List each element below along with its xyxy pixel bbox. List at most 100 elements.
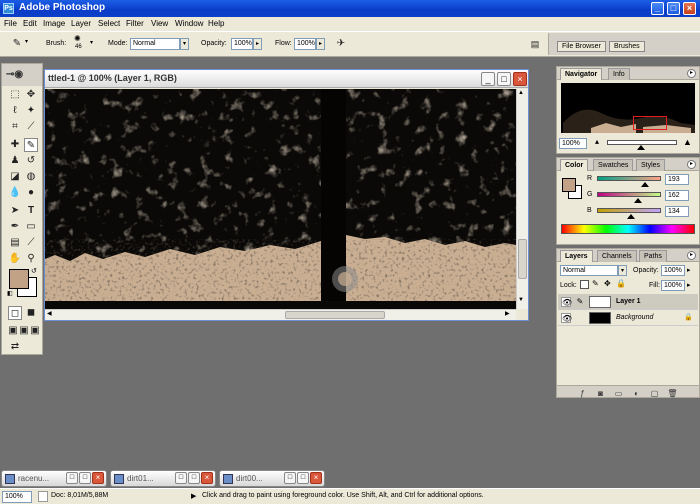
- file-browser-tab[interactable]: File Browser: [557, 41, 606, 52]
- fill-arrow-icon[interactable]: ▸: [687, 281, 691, 289]
- airbrush-icon[interactable]: ✈: [334, 37, 348, 51]
- brush-dropdown-arrow-icon[interactable]: ▾: [90, 39, 93, 46]
- swap-colors-icon[interactable]: ↺: [31, 267, 37, 275]
- navigator-thumbnail[interactable]: [561, 83, 695, 133]
- marquee-tool-icon[interactable]: ⬚: [8, 88, 22, 102]
- pen-tool-icon[interactable]: ✒: [8, 220, 22, 234]
- default-colors-icon[interactable]: ◧: [7, 290, 13, 297]
- status-menu-arrow-icon[interactable]: ▶: [191, 492, 196, 500]
- tab-swatches[interactable]: Swatches: [593, 159, 634, 171]
- navigator-menu-icon[interactable]: ▸: [687, 69, 696, 78]
- tab-styles[interactable]: Styles: [636, 159, 666, 171]
- layers-menu-icon[interactable]: ▸: [687, 251, 696, 260]
- blue-slider[interactable]: [597, 208, 661, 213]
- status-doc-info[interactable]: Doc: 8,01M/5,88M: [51, 492, 108, 499]
- layer-opacity-arrow-icon[interactable]: ▸: [687, 266, 691, 274]
- blend-mode-select[interactable]: Normal: [560, 265, 618, 276]
- lock-transparency-icon[interactable]: [580, 280, 589, 289]
- scroll-down-arrow-icon[interactable]: ▼: [518, 297, 524, 303]
- add-layer-mask-icon[interactable]: ◙: [595, 388, 606, 399]
- lock-image-icon[interactable]: ✎: [592, 279, 599, 288]
- restore-button[interactable]: □: [284, 472, 296, 484]
- clone-stamp-tool-icon[interactable]: ♟: [8, 154, 22, 168]
- restore-button[interactable]: □: [175, 472, 187, 484]
- new-layer-icon[interactable]: ▢: [649, 388, 660, 399]
- tab-color[interactable]: Color: [560, 159, 589, 171]
- brushes-tab[interactable]: Brushes: [609, 41, 645, 52]
- minimized-window-dirt00[interactable]: dirt00... □ □ ×: [219, 470, 325, 487]
- close-button[interactable]: ×: [683, 2, 696, 15]
- new-adjustment-layer-icon[interactable]: ◐: [631, 388, 642, 399]
- opacity-slider-arrow-icon[interactable]: ▸: [253, 38, 262, 50]
- add-layer-style-icon[interactable]: ƒ: [577, 388, 588, 399]
- tab-channels[interactable]: Channels: [597, 250, 637, 262]
- dodge-tool-icon[interactable]: ●: [24, 186, 38, 200]
- menu-edit[interactable]: Edit: [23, 19, 37, 28]
- full-screen-mode-icon[interactable]: ▣: [28, 324, 42, 338]
- menu-filter[interactable]: Filter: [126, 19, 144, 28]
- navigator-zoom-input[interactable]: 100%: [559, 138, 587, 149]
- maximize-button[interactable]: □: [297, 472, 309, 484]
- crop-tool-icon[interactable]: ⌗: [8, 120, 22, 134]
- brush-tool-preset-icon[interactable]: ✎: [10, 37, 24, 51]
- tab-navigator[interactable]: Navigator: [560, 68, 603, 80]
- foreground-color-swatch[interactable]: [9, 269, 29, 289]
- minimize-button[interactable]: _: [651, 2, 664, 15]
- quick-mask-mode-icon[interactable]: ◼: [24, 306, 38, 320]
- layer-visibility-eye-icon[interactable]: 👁: [561, 297, 572, 307]
- background-visibility-eye-icon[interactable]: 👁: [561, 313, 572, 323]
- delete-layer-icon[interactable]: 🗑: [667, 388, 678, 399]
- healing-brush-tool-icon[interactable]: ✚: [8, 138, 22, 152]
- layer-row-background[interactable]: 👁 Background 🔒: [558, 310, 698, 326]
- menu-select[interactable]: Select: [98, 19, 120, 28]
- close-button[interactable]: ×: [201, 472, 213, 484]
- scroll-up-arrow-icon[interactable]: ▲: [518, 90, 524, 96]
- close-button[interactable]: ×: [92, 472, 104, 484]
- mode-select[interactable]: Normal: [130, 38, 180, 50]
- tab-info[interactable]: Info: [608, 68, 630, 80]
- blue-value[interactable]: 134: [665, 206, 689, 217]
- document-canvas[interactable]: [45, 89, 516, 309]
- document-vertical-scrollbar[interactable]: ▲ ▼: [516, 89, 528, 309]
- zoom-tool-icon[interactable]: ⚲: [24, 252, 38, 266]
- layer-row-layer-1[interactable]: 👁 ✎ Layer 1: [558, 294, 698, 310]
- rectangle-tool-icon[interactable]: ▭: [24, 220, 38, 234]
- color-menu-icon[interactable]: ▸: [687, 160, 696, 169]
- paint-bucket-tool-icon[interactable]: ◍: [24, 170, 38, 184]
- navigator-zoom-knob[interactable]: [637, 145, 645, 150]
- maximize-button[interactable]: □: [79, 472, 91, 484]
- opacity-input[interactable]: 100%: [231, 38, 253, 50]
- adobe-eye-logo-icon[interactable]: ⊸◉: [6, 69, 38, 81]
- flow-slider-arrow-icon[interactable]: ▸: [316, 38, 325, 50]
- menu-layer[interactable]: Layer: [71, 19, 91, 28]
- eyedropper-tool-icon[interactable]: ⟋: [24, 236, 38, 250]
- zoom-in-icon[interactable]: ▲: [683, 137, 692, 147]
- doc-close-button[interactable]: ×: [513, 72, 527, 86]
- brush-tip-icon[interactable]: ✺: [74, 34, 81, 43]
- maximize-button[interactable]: □: [188, 472, 200, 484]
- red-slider[interactable]: [597, 176, 661, 181]
- green-value[interactable]: 162: [665, 190, 689, 201]
- red-value[interactable]: 193: [665, 174, 689, 185]
- blur-tool-icon[interactable]: 💧: [8, 186, 22, 200]
- history-brush-tool-icon[interactable]: ↺: [24, 154, 38, 168]
- document-horizontal-scrollbar[interactable]: ◀ ▶: [45, 309, 516, 320]
- red-slider-knob[interactable]: [641, 182, 650, 187]
- menu-file[interactable]: File: [4, 19, 17, 28]
- navigator-view-box[interactable]: [633, 116, 667, 130]
- green-slider[interactable]: [597, 192, 661, 197]
- doc-maximize-button[interactable]: □: [497, 72, 511, 86]
- notes-tool-icon[interactable]: ▤: [8, 236, 22, 250]
- type-tool-icon[interactable]: T: [24, 204, 38, 218]
- tab-paths[interactable]: Paths: [639, 250, 667, 262]
- doc-minimize-button[interactable]: _: [481, 72, 495, 86]
- menu-window[interactable]: Window: [175, 19, 203, 28]
- menu-view[interactable]: View: [151, 19, 168, 28]
- slice-tool-icon[interactable]: ⟋: [24, 120, 38, 134]
- minimized-window-dirt01[interactable]: dirt01... □ □ ×: [110, 470, 216, 487]
- close-button[interactable]: ×: [310, 472, 322, 484]
- magic-wand-tool-icon[interactable]: ✦: [24, 104, 38, 118]
- color-ramp[interactable]: [561, 224, 695, 234]
- scroll-right-arrow-icon[interactable]: ▶: [505, 310, 510, 317]
- eraser-tool-icon[interactable]: ◪: [8, 170, 22, 184]
